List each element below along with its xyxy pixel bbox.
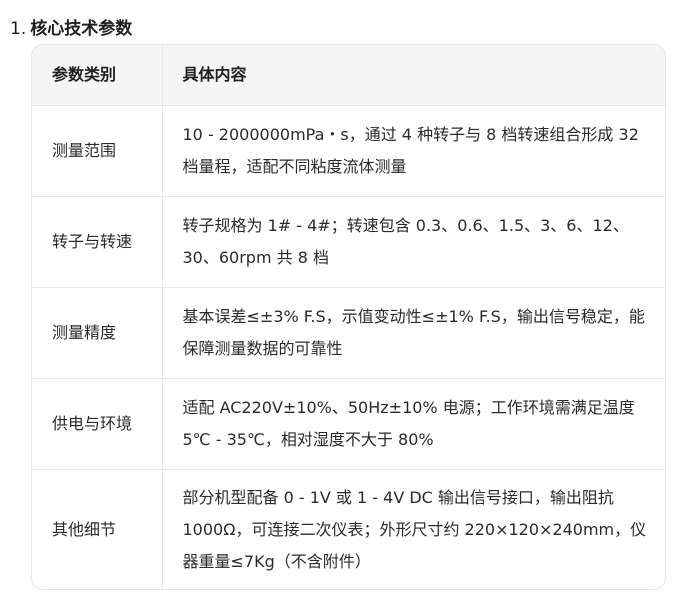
table-row: 转子与转速 转子规格为 1# - 4#；转速包含 0.3、0.6、1.5、3、6… <box>32 195 665 287</box>
header-content: 具体内容 <box>161 45 665 105</box>
row-category: 其他细节 <box>32 468 162 589</box>
table-row: 测量范围 10 - 2000000mPa・s，通过 4 种转子与 8 档转速组合… <box>32 104 665 196</box>
row-content: 转子规格为 1# - 4#；转速包含 0.3、0.6、1.5、3、6、12、30… <box>161 195 665 287</box>
parameters-table-container: 参数类别 具体内容 测量范围 10 - 2000000mPa・s，通过 4 种转… <box>31 44 666 590</box>
row-content: 10 - 2000000mPa・s，通过 4 种转子与 8 档转速组合形成 32… <box>161 104 665 196</box>
table-header-row: 参数类别 具体内容 <box>32 45 665 105</box>
row-content: 适配 AC220V±10%、50Hz±10% 电源；工作环境需满足温度 5℃ -… <box>161 377 665 469</box>
row-content: 部分机型配备 0 - 1V 或 1 - 4V DC 输出信号接口，输出阻抗 10… <box>161 468 665 589</box>
row-content: 基本误差≤±3% F.S，示值变动性≤±1% F.S，输出信号稳定，能保障测量数… <box>161 286 665 378</box>
parameters-table: 参数类别 具体内容 测量范围 10 - 2000000mPa・s，通过 4 种转… <box>32 45 665 589</box>
header-category: 参数类别 <box>32 45 162 105</box>
table-row: 供电与环境 适配 AC220V±10%、50Hz±10% 电源；工作环境需满足温… <box>32 377 665 469</box>
table-row: 测量精度 基本误差≤±3% F.S，示值变动性≤±1% F.S，输出信号稳定，能… <box>32 286 665 378</box>
section-title: 核心技术参数 <box>30 19 133 39</box>
table-row: 其他细节 部分机型配备 0 - 1V 或 1 - 4V DC 输出信号接口，输出… <box>32 468 665 589</box>
row-category: 测量精度 <box>32 286 162 378</box>
row-category: 转子与转速 <box>32 195 162 287</box>
row-category: 测量范围 <box>32 104 162 196</box>
section-number: 1. <box>10 19 27 39</box>
section-heading: 1. 核心技术参数 <box>10 16 132 42</box>
row-category: 供电与环境 <box>32 377 162 469</box>
